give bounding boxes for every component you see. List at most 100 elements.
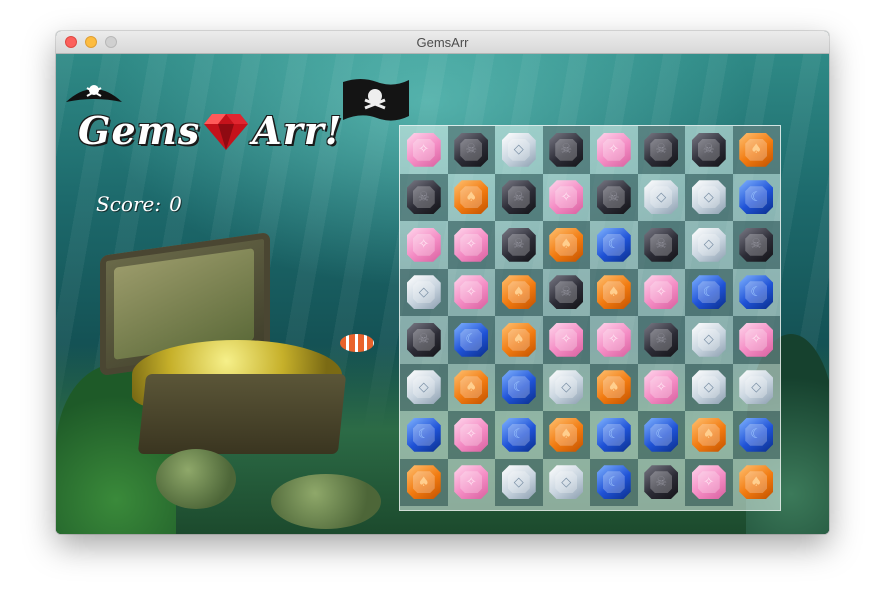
blue-gem[interactable]: ☾ <box>739 275 774 310</box>
silver-gem[interactable]: ◇ <box>406 275 441 310</box>
blue-gem[interactable]: ☾ <box>596 417 631 452</box>
board-cell[interactable]: ✧ <box>685 458 733 506</box>
board-cell[interactable]: ✧ <box>400 221 448 269</box>
board-cell[interactable]: ☠ <box>732 221 780 269</box>
orange-gem[interactable]: ♠ <box>454 180 489 215</box>
pink-gem[interactable]: ✧ <box>644 275 679 310</box>
board-cell[interactable]: ☾ <box>495 411 543 459</box>
orange-gem[interactable]: ♠ <box>454 370 489 405</box>
black-gem[interactable]: ☠ <box>501 180 536 215</box>
pink-gem[interactable]: ✧ <box>406 132 441 167</box>
black-gem[interactable]: ☠ <box>454 132 489 167</box>
blue-gem[interactable]: ☾ <box>596 465 631 500</box>
orange-gem[interactable]: ♠ <box>739 132 774 167</box>
pink-gem[interactable]: ✧ <box>454 275 489 310</box>
board-cell[interactable]: ☾ <box>590 221 638 269</box>
orange-gem[interactable]: ♠ <box>596 275 631 310</box>
blue-gem[interactable]: ☾ <box>501 370 536 405</box>
board-cell[interactable]: ☠ <box>495 173 543 221</box>
orange-gem[interactable]: ♠ <box>549 227 584 262</box>
blue-gem[interactable]: ☾ <box>739 417 774 452</box>
board-cell[interactable]: ♠ <box>495 316 543 364</box>
game-scene[interactable]: Gems Arr! Score: 0 ✧ ☠ ◇ ☠ ✧ ☠ ☠ ♠ ☠ ♠ ☠ ✧ ☠ ◇ ◇ ☾ ✧ ✧ ☠ ♠ ☾ ☠… <box>56 54 829 534</box>
board-cell[interactable]: ☠ <box>400 173 448 221</box>
blue-gem[interactable]: ☾ <box>739 180 774 215</box>
title-bar[interactable]: GemsArr <box>56 31 829 54</box>
black-gem[interactable]: ☠ <box>406 180 441 215</box>
pink-gem[interactable]: ✧ <box>596 132 631 167</box>
orange-gem[interactable]: ♠ <box>406 465 441 500</box>
board-cell[interactable]: ☾ <box>400 411 448 459</box>
blue-gem[interactable]: ☾ <box>406 417 441 452</box>
pink-gem[interactable]: ✧ <box>596 322 631 357</box>
board-cell[interactable]: ☾ <box>590 458 638 506</box>
board-cell[interactable]: ✧ <box>590 126 638 174</box>
board-cell[interactable]: ♠ <box>542 411 590 459</box>
board-cell[interactable]: ◇ <box>543 364 591 412</box>
board-cell[interactable]: ♠ <box>448 174 496 222</box>
board-cell[interactable]: ✧ <box>447 221 495 269</box>
pink-gem[interactable]: ✧ <box>454 417 489 452</box>
black-gem[interactable]: ☠ <box>549 132 584 167</box>
board-cell[interactable]: ◇ <box>638 174 686 222</box>
black-gem[interactable]: ☠ <box>644 227 679 262</box>
pink-gem[interactable]: ✧ <box>406 227 441 262</box>
black-gem[interactable]: ☠ <box>596 180 631 215</box>
blue-gem[interactable]: ☾ <box>644 417 679 452</box>
board-cell[interactable]: ♠ <box>495 268 543 316</box>
board-cell[interactable]: ☠ <box>637 316 685 364</box>
pink-gem[interactable]: ✧ <box>739 322 774 357</box>
board-cell[interactable]: ♠ <box>448 364 496 412</box>
board-cell[interactable]: ◇ <box>400 268 448 316</box>
minimize-button[interactable] <box>85 36 97 48</box>
board-cell[interactable]: ✧ <box>638 364 686 412</box>
board-cell[interactable]: ✧ <box>732 316 780 364</box>
board-cell[interactable]: ✧ <box>542 316 590 364</box>
board-cell[interactable]: ♠ <box>590 268 638 316</box>
orange-gem[interactable]: ♠ <box>691 417 726 452</box>
black-gem[interactable]: ☠ <box>644 322 679 357</box>
board-cell[interactable]: ♠ <box>685 411 733 459</box>
board-cell[interactable]: ✧ <box>638 269 686 317</box>
gem-board[interactable]: ✧ ☠ ◇ ☠ ✧ ☠ ☠ ♠ ☠ ♠ ☠ ✧ ☠ ◇ ◇ ☾ ✧ ✧ ☠ ♠ ☾ ☠ ◇ ☠ ◇ ✧ ♠ ☠ ♠ ✧ ☾ ☾ ☠ ☾ ♠ ✧ ✧ ☠ ◇ ✧… <box>399 125 781 511</box>
board-cell[interactable]: ☠ <box>638 459 686 507</box>
pink-gem[interactable]: ✧ <box>454 227 489 262</box>
board-cell[interactable]: ◇ <box>685 221 733 269</box>
board-cell[interactable]: ◇ <box>495 458 543 506</box>
board-cell[interactable]: ♠ <box>732 126 780 174</box>
orange-gem[interactable]: ♠ <box>596 370 631 405</box>
board-cell[interactable]: ☠ <box>590 173 638 221</box>
board-cell[interactable]: ♠ <box>400 458 448 506</box>
pink-gem[interactable]: ✧ <box>454 465 489 500</box>
silver-gem[interactable]: ◇ <box>691 322 726 357</box>
black-gem[interactable]: ☠ <box>501 227 536 262</box>
blue-gem[interactable]: ☾ <box>691 275 726 310</box>
board-cell[interactable]: ☾ <box>733 174 781 222</box>
board-cell[interactable]: ☾ <box>495 363 543 411</box>
board-cell[interactable]: ☾ <box>590 411 638 459</box>
board-cell[interactable]: ♠ <box>542 221 590 269</box>
board-cell[interactable]: ☠ <box>542 126 590 174</box>
board-cell[interactable]: ✧ <box>543 174 591 222</box>
silver-gem[interactable]: ◇ <box>644 180 679 215</box>
board-cell[interactable]: ☠ <box>495 221 543 269</box>
board-cell[interactable]: ☾ <box>685 268 733 316</box>
board-cell[interactable]: ◇ <box>400 363 448 411</box>
black-gem[interactable]: ☠ <box>549 275 584 310</box>
board-cell[interactable]: ☠ <box>637 221 685 269</box>
black-gem[interactable]: ☠ <box>739 227 774 262</box>
board-cell[interactable]: ☠ <box>685 126 733 174</box>
board-cell[interactable]: ✧ <box>448 269 496 317</box>
blue-gem[interactable]: ☾ <box>596 227 631 262</box>
board-cell[interactable]: ◇ <box>543 459 591 507</box>
orange-gem[interactable]: ♠ <box>549 417 584 452</box>
board-cell[interactable]: ☠ <box>447 126 495 174</box>
board-cell[interactable]: ☾ <box>637 411 685 459</box>
board-cell[interactable]: ♠ <box>733 459 781 507</box>
black-gem[interactable]: ☠ <box>644 132 679 167</box>
close-button[interactable] <box>65 36 77 48</box>
board-cell[interactable]: ☾ <box>447 316 495 364</box>
pink-gem[interactable]: ✧ <box>549 180 584 215</box>
orange-gem[interactable]: ♠ <box>501 275 536 310</box>
board-cell[interactable]: ✧ <box>400 126 448 174</box>
